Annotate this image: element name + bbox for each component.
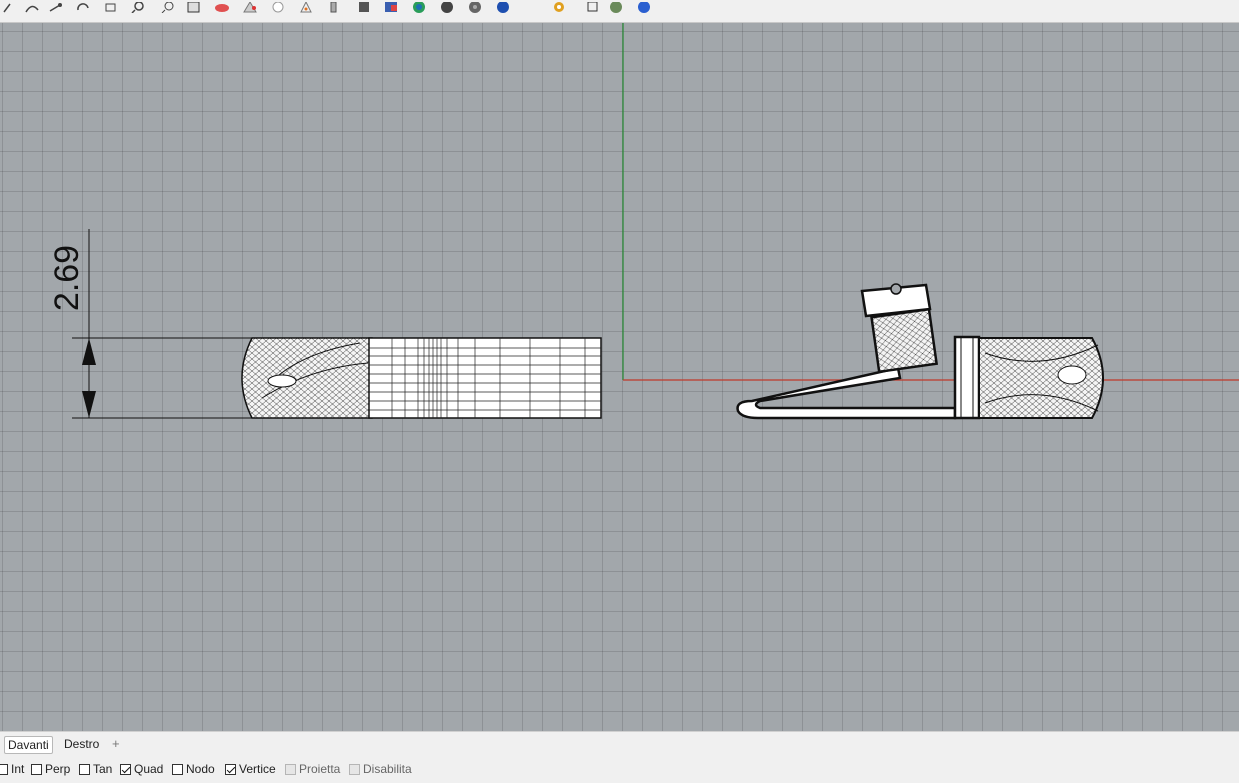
left-object[interactable]	[241, 337, 602, 419]
osnap-quad[interactable]: Quad	[120, 762, 163, 776]
sphere-icon[interactable]	[214, 0, 230, 12]
osnap-int-label: Int	[11, 762, 25, 776]
settings-gear-icon[interactable]	[551, 0, 567, 12]
osnap-proietta[interactable]: Proietta	[285, 762, 340, 776]
cone-icon[interactable]	[242, 0, 258, 13]
tab-destro[interactable]: Destro	[61, 736, 102, 752]
dimension-annotation[interactable]	[72, 229, 252, 419]
osnap-vertice[interactable]: Vertice	[225, 762, 276, 776]
tab-davanti[interactable]: Davanti	[4, 736, 53, 754]
osnap-nodo[interactable]: Nodo	[172, 762, 215, 776]
osnap-vertice-label: Vertice	[239, 762, 276, 776]
dimension-label: 2.69	[47, 235, 89, 321]
viewport-canvas	[72, 23, 1239, 420]
blue-sphere-icon[interactable]	[495, 0, 511, 13]
scale-icon[interactable]	[103, 0, 119, 12]
box-icon[interactable]	[186, 0, 202, 13]
move-icon[interactable]	[48, 0, 64, 12]
curve-icon[interactable]	[24, 0, 40, 13]
front-viewport[interactable]: 2.69	[0, 23, 1239, 731]
osnap-quad-label: Quad	[134, 762, 164, 776]
polyline-icon[interactable]	[2, 0, 18, 13]
osnap-proietta-label: Proietta	[299, 762, 341, 776]
rotate-icon[interactable]	[75, 0, 91, 11]
checkbox-vertice[interactable]	[225, 764, 236, 775]
zoom-icon[interactable]	[131, 0, 147, 14]
osnap-perp[interactable]: Perp	[31, 762, 70, 776]
osnap-tan[interactable]: Tan	[79, 762, 112, 776]
osnap-bar: Int Perp Tan Quad Nodo Vertice Proietta …	[0, 756, 1239, 783]
viewport-tab-bar: Davanti Destro +	[0, 731, 1239, 756]
checkbox-perp[interactable]	[31, 764, 42, 775]
material-sphere-icon-2[interactable]	[467, 0, 483, 13]
color-wheel-icon[interactable]	[383, 0, 399, 12]
osnap-int[interactable]: Int	[0, 762, 24, 776]
info-icon[interactable]	[636, 0, 652, 13]
right-object[interactable]	[736, 283, 1104, 420]
globe-icon[interactable]	[608, 0, 624, 13]
checkbox-proietta[interactable]	[285, 764, 296, 775]
osnap-nodo-label: Nodo	[186, 762, 215, 776]
checkbox-quad[interactable]	[120, 764, 131, 775]
layout-icon[interactable]	[585, 0, 601, 12]
checkbox-disabilita[interactable]	[349, 764, 360, 775]
main-toolbar	[0, 0, 1239, 23]
osnap-tan-label: Tan	[93, 762, 113, 776]
checkbox-tan[interactable]	[79, 764, 90, 775]
osnap-disabilita[interactable]: Disabilita	[349, 762, 412, 776]
checkbox-nodo[interactable]	[172, 764, 183, 775]
zoom-window-icon[interactable]	[160, 0, 176, 14]
material-sphere-icon[interactable]	[439, 0, 455, 13]
mesh-icon[interactable]	[326, 0, 342, 13]
cylinder-icon[interactable]	[270, 0, 286, 13]
add-tab-button[interactable]: +	[112, 736, 120, 752]
osnap-perp-label: Perp	[45, 762, 71, 776]
checkbox-int[interactable]	[0, 764, 8, 775]
render-sphere-icon[interactable]	[411, 0, 427, 13]
shade-icon[interactable]	[356, 0, 372, 12]
osnap-disabilita-label: Disabilita	[363, 762, 412, 776]
pipe-icon[interactable]	[298, 0, 314, 13]
dimension-value: 2.69	[48, 244, 86, 312]
